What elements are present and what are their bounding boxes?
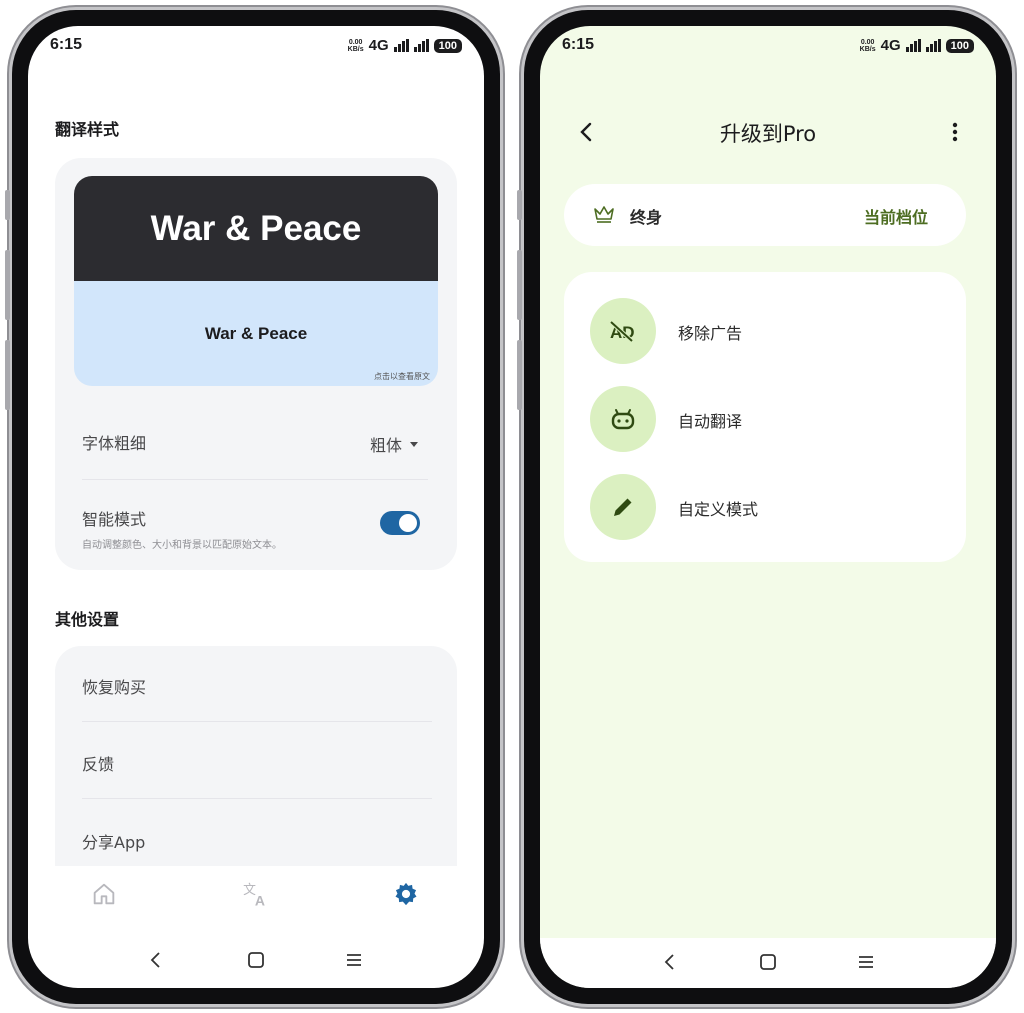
smart-mode-row[interactable]: 智能模式 自动调整颜色、大小和背景以匹配原始文本。 — [82, 506, 428, 556]
system-navigation-bar — [28, 936, 484, 986]
status-time: 6:15 — [50, 36, 83, 53]
back-nav-icon[interactable] — [658, 950, 682, 974]
phone-frame-left: 6:15 0.00 KB/s 4G 100 翻译样式 War & Peace Wa… — [5, 10, 500, 1004]
page-title: 升级到Pro — [719, 122, 817, 146]
signal-icon — [905, 39, 921, 52]
battery-icon: 100 — [945, 38, 974, 53]
divider — [82, 479, 428, 480]
home-icon[interactable] — [90, 880, 118, 908]
feature-label: 自动翻译 — [678, 412, 743, 431]
status-bar: 6:15 0.00 KB/s 4G 100 — [28, 26, 484, 66]
preview-translated-text: War & Peace — [204, 323, 308, 343]
font-weight-label: 字体粗细 — [82, 434, 147, 453]
system-navigation-bar — [540, 938, 996, 988]
recents-menu-icon[interactable] — [342, 948, 366, 972]
remove-ads-icon: AD — [590, 298, 656, 364]
smart-mode-label: 智能模式 — [82, 510, 147, 529]
current-tier-badge: 当前档位 — [863, 208, 928, 227]
settings-screen: 6:15 0.00 KB/s 4G 100 翻译样式 War & Peace Wa… — [28, 26, 484, 988]
side-button — [5, 340, 10, 410]
feature-label: 移除广告 — [678, 324, 743, 343]
side-button — [5, 250, 10, 320]
status-bar: 6:15 0.00 KB/s 4G 100 — [540, 26, 996, 66]
more-vert-icon[interactable] — [950, 120, 960, 144]
translate-icon[interactable]: 文 A — [242, 880, 270, 908]
feature-label: 自定义模式 — [678, 500, 759, 519]
phone-frame-right: 6:15 0.00 KB/s 4G 100 升级到Pro 终身 当前档位 移除广… — [517, 10, 1012, 1004]
divider — [82, 721, 432, 722]
settings-icon[interactable] — [392, 880, 420, 908]
network-speed: 0.00 KB/s — [859, 38, 876, 53]
feedback-item[interactable]: 反馈 — [82, 751, 114, 775]
home-nav-icon[interactable] — [244, 948, 268, 972]
crown-icon — [594, 206, 614, 223]
font-weight-row[interactable]: 字体粗细 粗体 — [82, 430, 428, 458]
lifetime-tier-card[interactable]: 终身 当前档位 — [564, 184, 966, 246]
svg-text:A: A — [255, 893, 265, 908]
smart-mode-toggle[interactable] — [380, 511, 420, 535]
signal-icon — [393, 39, 409, 52]
share-app-item[interactable]: 分享App — [82, 829, 145, 853]
back-nav-icon[interactable] — [144, 948, 168, 972]
battery-icon: 100 — [433, 38, 462, 53]
side-button — [517, 340, 522, 410]
caret-down-icon — [410, 441, 418, 447]
feature-remove-ads: AD 移除广告 — [590, 298, 930, 364]
smart-mode-description: 自动调整颜色、大小和背景以匹配原始文本。 — [82, 540, 282, 551]
feature-custom-mode: 自定义模式 — [590, 474, 930, 540]
recents-menu-icon[interactable] — [854, 950, 878, 974]
signal-icon — [413, 39, 429, 52]
feature-auto-translate: 自动翻译 — [590, 386, 930, 452]
section-title-style: 翻译样式 — [55, 120, 120, 139]
side-button — [5, 190, 10, 220]
signal-icon — [925, 39, 941, 52]
network-type: 4G — [368, 37, 389, 54]
translation-preview[interactable]: War & Peace War & Peace 点击以查看原文 — [74, 176, 438, 386]
bottom-nav-bar: 文 A — [28, 866, 484, 926]
font-weight-dropdown[interactable]: 粗体 — [370, 432, 418, 456]
upgrade-pro-screen: 6:15 0.00 KB/s 4G 100 升级到Pro 终身 当前档位 移除广… — [540, 26, 996, 988]
android-robot-icon — [590, 386, 656, 452]
status-icons: 0.00 KB/s 4G 100 — [860, 37, 974, 54]
tier-label: 终身 — [630, 208, 663, 227]
preview-hint: 点击以查看原文 — [374, 372, 430, 381]
font-weight-value: 粗体 — [369, 436, 402, 455]
preview-original-text: War & Peace — [74, 176, 438, 281]
network-type: 4G — [880, 37, 901, 54]
status-time: 6:15 — [562, 36, 595, 53]
status-icons: 0.00 KB/s 4G 100 — [348, 37, 462, 54]
divider — [82, 798, 432, 799]
network-speed: 0.00 KB/s — [347, 38, 364, 53]
home-nav-icon[interactable] — [756, 950, 780, 974]
side-button — [517, 190, 522, 220]
pencil-icon — [590, 474, 656, 540]
side-button — [517, 250, 522, 320]
preview-translated-area: War & Peace 点击以查看原文 — [74, 281, 438, 386]
restore-purchase-item[interactable]: 恢复购买 — [82, 674, 146, 698]
pro-features-card: AD 移除广告 自动翻译 — [564, 272, 966, 562]
section-title-other: 其他设置 — [55, 610, 120, 629]
